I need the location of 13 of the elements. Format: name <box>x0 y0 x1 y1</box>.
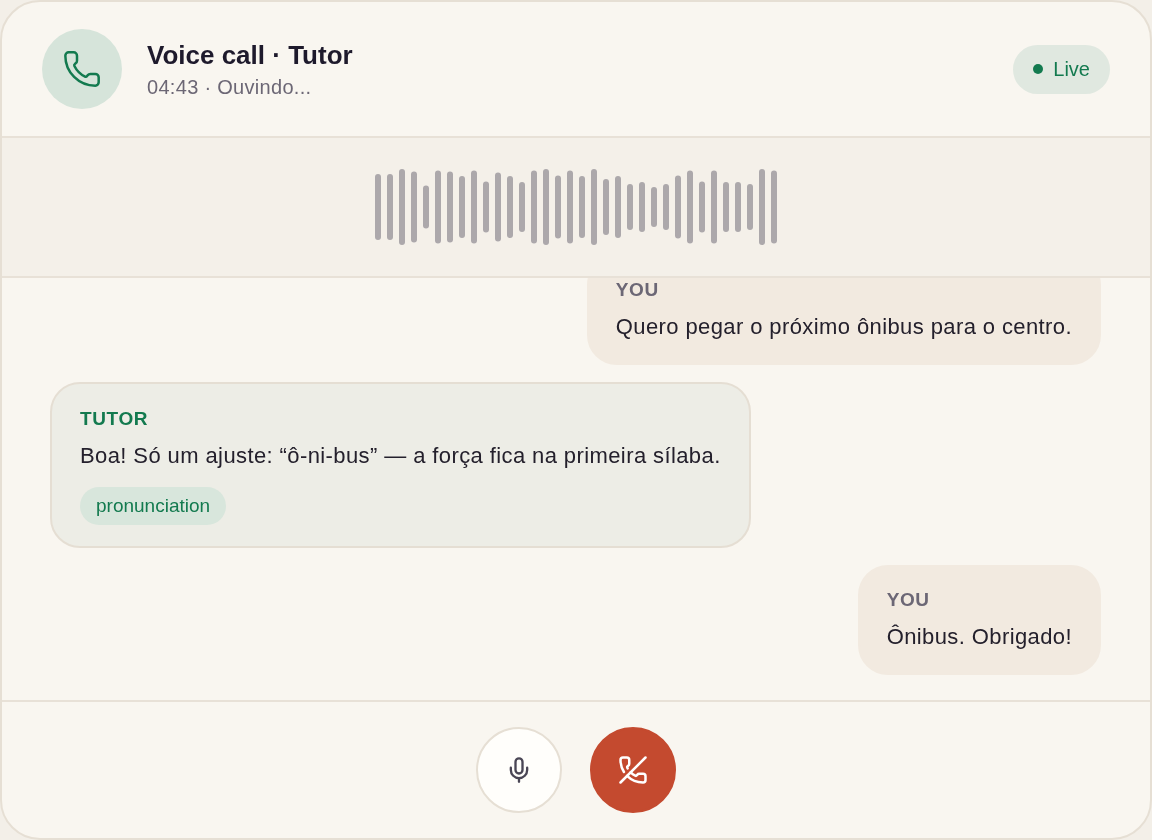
topic-tag: pronunciation <box>80 487 227 525</box>
speaker-label: TUTOR <box>80 408 149 430</box>
message-text: Ônibus. Obrigado! <box>886 623 1072 651</box>
status-label: Live <box>1053 57 1090 81</box>
phone-icon <box>42 29 122 109</box>
message-text: Boa! Só um ajuste: “ô-ni-bus” — a força fica na primeira sílaba. <box>80 442 721 470</box>
phone-off-icon <box>618 755 648 785</box>
message-text: Quero pegar o próximo ônibus para o centro. <box>615 313 1072 341</box>
speaker-label: YOU <box>886 589 930 611</box>
call-title: Voice call · Tutor <box>147 38 353 71</box>
speaker-label: YOU <box>615 279 659 301</box>
status-dot-icon <box>1033 64 1044 74</box>
call-status-text: 04:43 · Ouvindo... <box>147 74 312 100</box>
